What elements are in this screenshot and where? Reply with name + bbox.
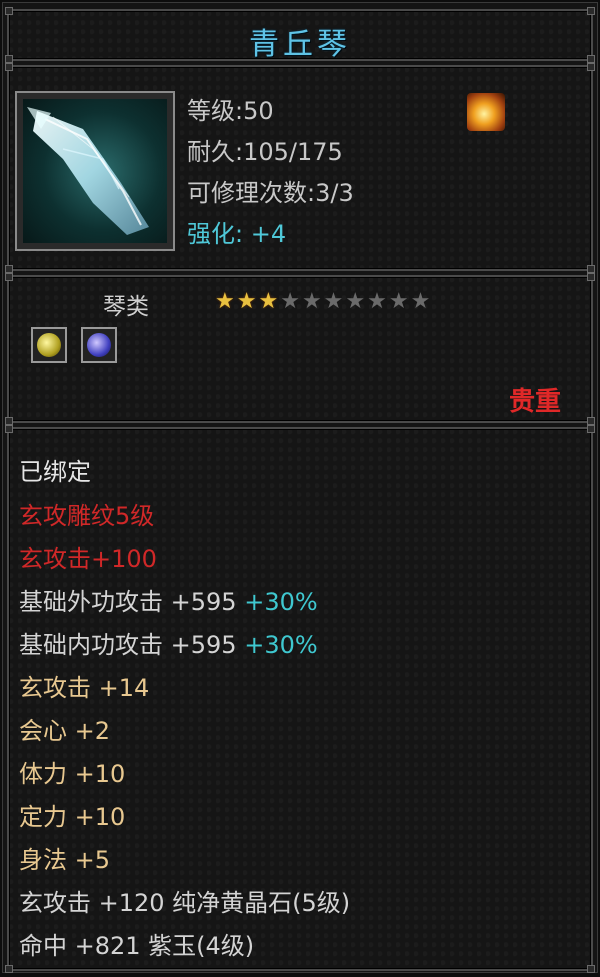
bound-status: 已绑定 xyxy=(19,458,91,486)
yellow-gem-icon xyxy=(31,327,67,363)
xuan-attack-bonus: 玄攻击+100 xyxy=(19,545,157,573)
star-empty-icon: ★ xyxy=(388,289,411,314)
stamina-line: 体力 +10 xyxy=(19,760,126,788)
star-icon: ★ xyxy=(236,289,259,314)
star-empty-icon: ★ xyxy=(323,289,346,314)
agility-line: 身法 +5 xyxy=(19,846,111,874)
crit-line: 会心 +2 xyxy=(19,717,111,745)
fire-icon xyxy=(467,93,505,131)
item-tooltip: 青丘琴 等级:50 耐久:105/175 可修理次数:3/3 强化: +4 琴类… xyxy=(2,2,598,973)
class-panel: 琴类 ★★★★★★★★★★ 贵重 xyxy=(5,273,595,425)
outer-attack-label: 基础外功攻击 xyxy=(19,588,163,616)
star-empty-icon: ★ xyxy=(410,289,433,314)
inner-attack-percent: +30% xyxy=(244,631,318,659)
star-empty-icon: ★ xyxy=(345,289,368,314)
inner-attack-value: +595 xyxy=(170,631,237,659)
outer-attack-value: +595 xyxy=(170,588,237,616)
star-rating: ★★★★★★★★★★ xyxy=(215,289,432,314)
engrave-line: 玄攻雕纹5级 xyxy=(19,502,155,530)
xuan-attack-line: 玄攻击 +14 xyxy=(19,674,150,702)
item-repairs: 可修理次数:3/3 xyxy=(187,179,354,207)
inner-attack-line: 基础内功攻击 +595 +30% xyxy=(19,630,318,660)
inner-attack-label: 基础内功攻击 xyxy=(19,631,163,659)
item-enhance: 强化: +4 xyxy=(187,220,287,248)
star-empty-icon: ★ xyxy=(280,289,302,314)
item-level: 等级:50 xyxy=(187,97,274,125)
item-category: 琴类 xyxy=(103,294,149,320)
outer-attack-line: 基础外功攻击 +595 +30% xyxy=(19,587,318,617)
gem-bonus-1: 玄攻击 +120 纯净黄晶石(5级) xyxy=(19,889,351,917)
star-empty-icon: ★ xyxy=(367,289,389,314)
title-panel: 青丘琴 xyxy=(5,7,595,63)
gem-bonus-2: 命中 +821 紫玉(4级) xyxy=(19,932,255,960)
outer-attack-percent: +30% xyxy=(244,588,318,616)
item-durability: 耐久:105/175 xyxy=(187,138,343,166)
star-icon: ★ xyxy=(258,289,281,314)
attributes-panel: 已绑定 玄攻雕纹5级 玄攻击+100 基础外功攻击 +595 +30% 基础内功… xyxy=(5,425,595,973)
star-empty-icon: ★ xyxy=(301,289,324,314)
item-name: 青丘琴 xyxy=(249,27,351,62)
rarity-label: 贵重 xyxy=(508,387,561,417)
focus-line: 定力 +10 xyxy=(19,803,126,831)
header-panel: 等级:50 耐久:105/175 可修理次数:3/3 强化: +4 xyxy=(5,63,595,273)
purple-gem-icon xyxy=(81,327,117,363)
qin-instrument-icon xyxy=(23,99,167,243)
star-icon: ★ xyxy=(215,289,237,314)
item-stats: 等级:50 耐久:105/175 可修理次数:3/3 强化: +4 xyxy=(187,91,354,255)
item-icon-frame xyxy=(15,91,175,251)
